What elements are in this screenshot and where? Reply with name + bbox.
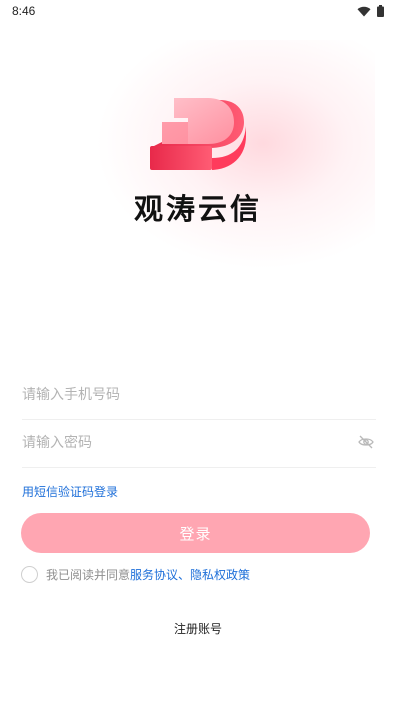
- eye-slash-icon[interactable]: [358, 435, 374, 449]
- app-logo: [150, 98, 246, 170]
- phone-input[interactable]: [22, 372, 342, 418]
- sms-login-link[interactable]: 用短信验证码登录: [22, 483, 118, 500]
- password-input[interactable]: [22, 420, 342, 466]
- login-button[interactable]: 登录: [21, 513, 370, 553]
- agreement-prefix: 我已阅读并同意: [46, 568, 131, 582]
- agreement-row: 我已阅读并同意 服务协议 、 隐私权政策: [21, 566, 250, 583]
- status-icons: [357, 5, 384, 17]
- agreement-checkbox[interactable]: [21, 566, 38, 583]
- wifi-icon: [357, 6, 371, 16]
- phone-field: [22, 372, 376, 420]
- app-title: 观涛云信: [133, 192, 262, 226]
- password-field: [22, 420, 376, 468]
- status-time: 8:46: [12, 4, 36, 18]
- status-bar: 8:46: [0, 0, 396, 24]
- service-agreement-link[interactable]: 服务协议: [130, 566, 178, 583]
- battery-icon: [377, 5, 384, 17]
- register-link[interactable]: 注册账号: [0, 620, 396, 637]
- agreement-separator: 、: [178, 568, 191, 582]
- privacy-policy-link[interactable]: 隐私权政策: [190, 566, 250, 583]
